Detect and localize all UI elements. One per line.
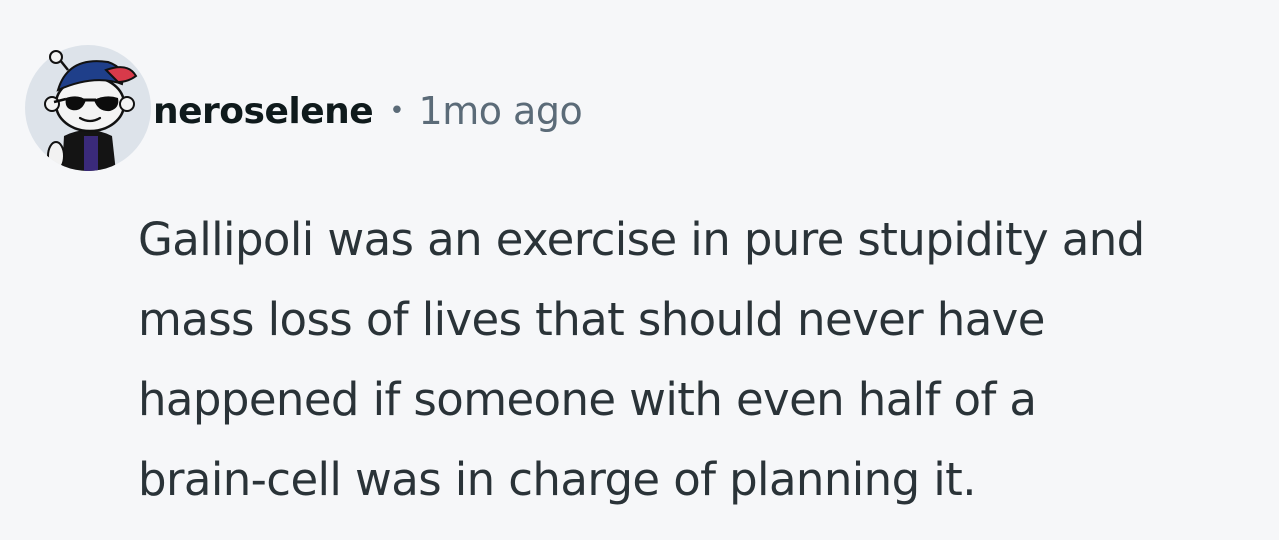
comment: neroselene • 1mo ago Gallipoli was an ex… — [0, 0, 1279, 540]
comment-body-line: mass loss of lives that should never hav… — [138, 293, 1045, 346]
comment-body: Gallipoli was an exercise in pure stupid… — [138, 200, 1268, 520]
meta-separator: • — [389, 96, 405, 126]
comment-meta: neroselene • 1mo ago — [153, 84, 583, 138]
timestamp[interactable]: 1mo ago — [419, 89, 583, 133]
comment-body-line: Gallipoli was an exercise in pure stupid… — [138, 213, 1145, 266]
comment-body-line: happened if someone with even half of a — [138, 373, 1037, 426]
avatar[interactable] — [24, 44, 152, 172]
snoo-avatar-icon — [25, 45, 151, 171]
comment-body-line: brain-cell was in charge of planning it. — [138, 453, 977, 506]
username-link[interactable]: neroselene — [153, 91, 374, 132]
